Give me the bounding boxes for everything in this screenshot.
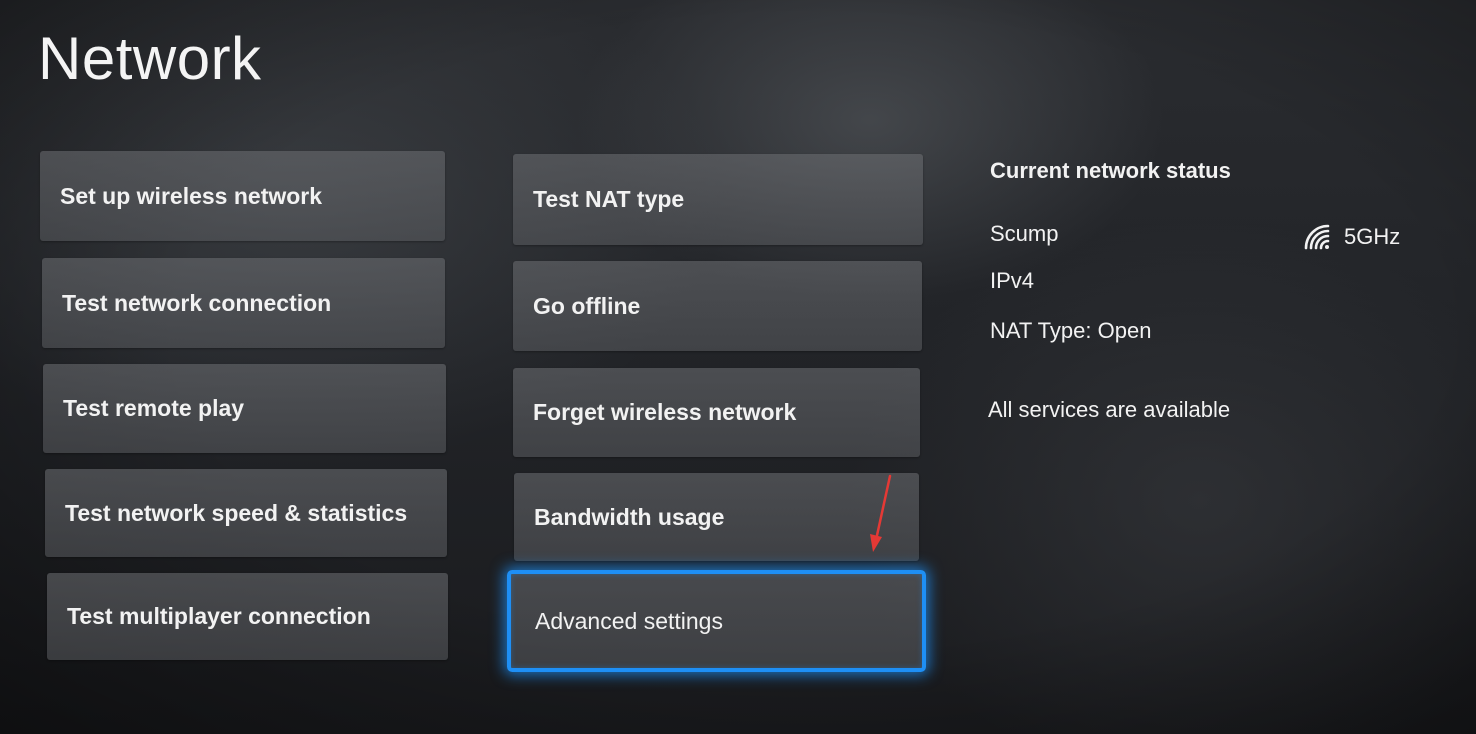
menu-tile-test-remote-play[interactable]: Test remote play: [43, 364, 446, 453]
services-status: All services are available: [988, 397, 1231, 422]
page-title: Network: [38, 25, 262, 92]
menu-tile-test-network-speed[interactable]: Test network speed & statistics: [45, 469, 447, 557]
red-arrow-icon: [860, 470, 900, 565]
ip-version: IPv4: [990, 268, 1035, 293]
menu-tile-label: Test network speed & statistics: [65, 499, 408, 526]
menu-tile-label: Set up wireless network: [60, 182, 323, 209]
menu-tile-label: Test NAT type: [533, 186, 685, 212]
wifi-signal-icon: [1304, 224, 1336, 250]
menu-tile-go-offline[interactable]: Go offline: [513, 261, 922, 351]
menu-tile-label: Test remote play: [63, 395, 245, 421]
network-name: Scump: [990, 221, 1059, 246]
menu-tile-label: Advanced settings: [535, 607, 723, 634]
menu-tile-test-multiplayer[interactable]: Test multiplayer connection: [47, 573, 448, 660]
network-band: 5GHz: [1304, 224, 1400, 250]
menu-tile-test-nat-type[interactable]: Test NAT type: [513, 154, 923, 245]
menu-tile-forget-wireless[interactable]: Forget wireless network: [513, 368, 920, 457]
menu-tile-label: Test multiplayer connection: [67, 603, 371, 629]
menu-tile-bandwidth-usage[interactable]: Bandwidth usage: [514, 473, 919, 561]
menu-tile-label: Go offline: [533, 292, 641, 319]
menu-tile-advanced-settings[interactable]: Advanced settings: [507, 570, 926, 672]
menu-tile-setup-wireless[interactable]: Set up wireless network: [40, 151, 445, 241]
status-title: Current network status: [990, 158, 1231, 183]
menu-tile-label: Bandwidth usage: [534, 503, 725, 530]
menu-tile-label: Test network connection: [62, 289, 332, 316]
band-label: 5GHz: [1344, 224, 1401, 249]
nat-type: NAT Type: Open: [990, 318, 1152, 343]
menu-tile-label: Forget wireless network: [533, 399, 797, 425]
menu-tile-test-network-connection[interactable]: Test network connection: [42, 258, 445, 348]
